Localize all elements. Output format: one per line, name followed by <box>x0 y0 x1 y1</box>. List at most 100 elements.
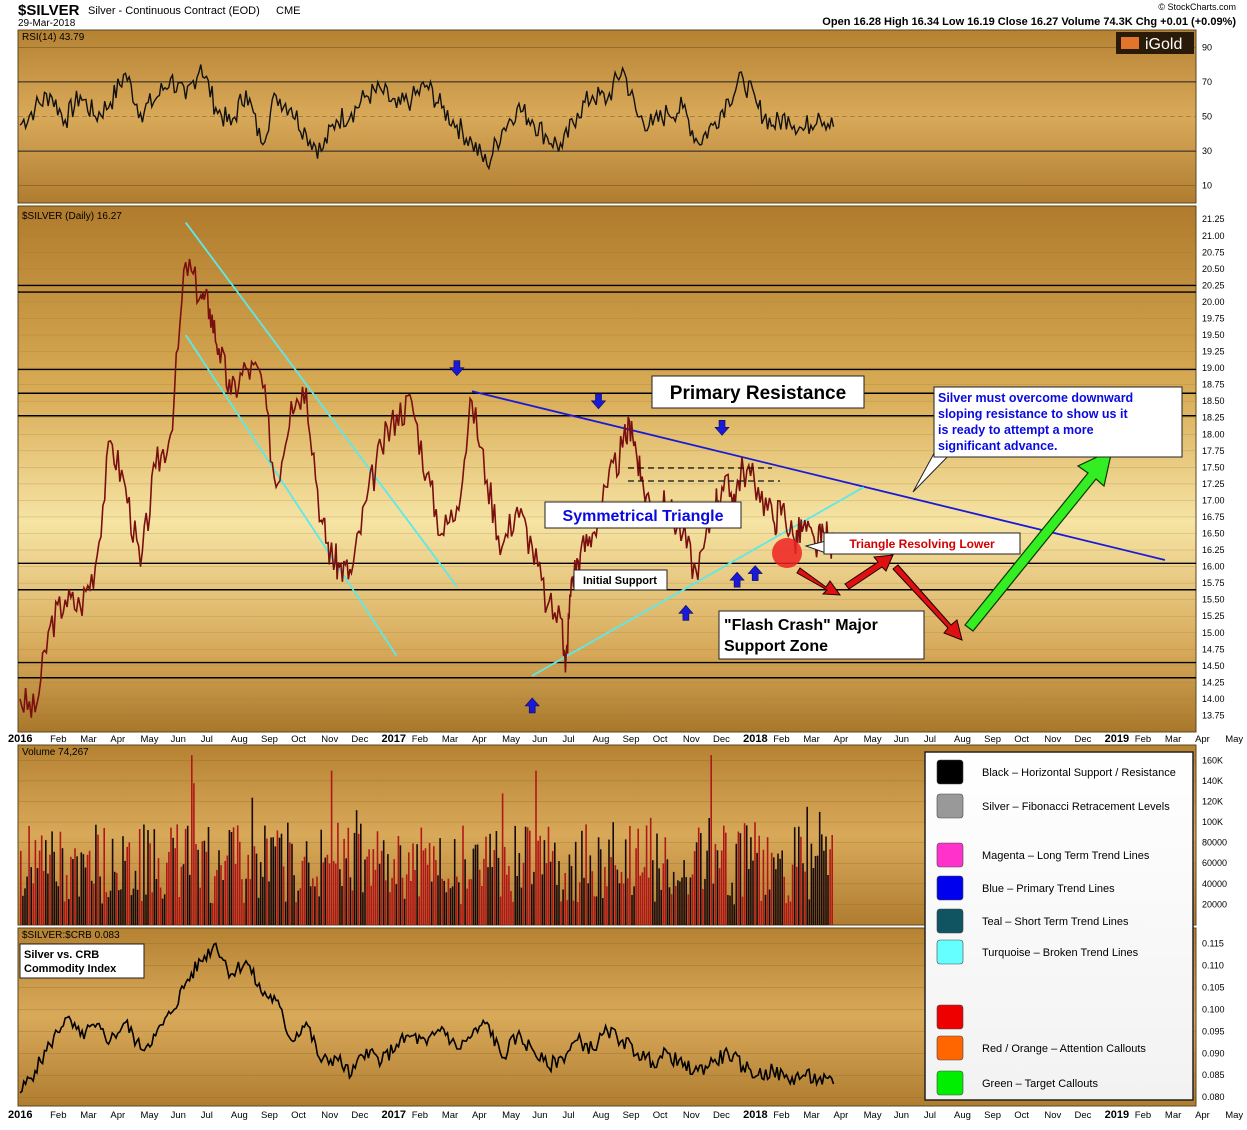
volume-bar <box>357 833 360 925</box>
volume-bar <box>729 895 731 925</box>
volume-bar <box>247 854 249 925</box>
volume-bar <box>343 838 345 925</box>
volume-bar <box>303 856 306 925</box>
volume-bar <box>268 881 270 925</box>
volume-bar <box>278 837 281 925</box>
volume-bar <box>203 840 206 925</box>
volume-bar <box>291 843 293 925</box>
volume-bar <box>641 872 644 925</box>
volume-bar <box>516 876 518 925</box>
volume-bar <box>700 833 702 925</box>
volume-bar <box>337 822 339 925</box>
volume-bar <box>408 852 410 925</box>
volume-bar <box>320 829 322 925</box>
volume-bar <box>758 835 760 925</box>
volume-bar <box>487 867 489 925</box>
volume-bar <box>624 839 627 925</box>
x-tick-label: Feb <box>412 1110 428 1121</box>
chart-date: 29-Mar-2018 <box>18 18 76 29</box>
volume-bar <box>804 871 806 925</box>
x-tick-label: Mar <box>80 1110 96 1121</box>
volume-bar <box>733 904 735 925</box>
volume-bar <box>418 896 420 925</box>
volume-bar <box>24 888 26 925</box>
rsi-tick-label: 90 <box>1202 42 1212 52</box>
volume-bar <box>262 876 264 925</box>
volume-bar <box>68 899 70 925</box>
volume-bar <box>635 848 637 925</box>
volume-bar <box>345 858 347 925</box>
volume-bar <box>800 836 802 925</box>
x-tick-label: Nov <box>683 1110 700 1121</box>
volume-bar <box>234 864 237 925</box>
x-tick-label: Dec <box>1075 734 1092 745</box>
x-tick-label: Oct <box>1014 734 1029 745</box>
volume-bar <box>652 860 654 925</box>
volume-bar <box>180 866 183 925</box>
volume-tick-label: 40000 <box>1202 879 1227 889</box>
x-tick-label: Mar <box>442 734 458 745</box>
volume-bar <box>572 900 575 925</box>
x-tick-label: Jul <box>201 734 213 745</box>
price-tick-label: 15.25 <box>1202 611 1225 621</box>
volume-bar <box>547 826 550 925</box>
x-tick-label: Jul <box>562 1110 574 1121</box>
volume-bar <box>214 876 216 925</box>
volume-bar <box>328 863 331 925</box>
volume-bar <box>737 831 740 925</box>
ratio-tick-label: 0.105 <box>1202 982 1225 992</box>
volume-bar <box>437 875 439 925</box>
volume-bar <box>168 851 170 925</box>
x-tick-label: Jun <box>894 734 909 745</box>
volume-bar <box>499 896 502 925</box>
volume-bar <box>481 886 483 925</box>
volume-bar <box>170 827 172 925</box>
volume-bar <box>339 869 341 925</box>
volume-bar <box>216 870 218 925</box>
x-tick-label: 2017 <box>382 733 406 745</box>
volume-bar <box>806 806 808 925</box>
volume-bar <box>424 848 427 925</box>
x-tick-label: Jun <box>532 734 547 745</box>
x-tick-label: Feb <box>1135 734 1151 745</box>
volume-bar <box>239 841 241 925</box>
volume-bar <box>748 869 750 925</box>
volume-bar <box>118 890 120 925</box>
volume-bar <box>791 864 794 925</box>
ratio-box-line-1: Silver vs. CRB <box>24 949 99 961</box>
volume-bar <box>612 822 614 925</box>
volume-bar <box>470 879 473 925</box>
volume-bar <box>197 849 199 925</box>
volume-bar <box>101 903 103 925</box>
price-tick-label: 20.50 <box>1202 264 1225 274</box>
volume-bar <box>80 852 83 925</box>
price-tick-label: 16.25 <box>1202 545 1225 555</box>
x-tick-label: Dec <box>713 1110 730 1121</box>
volume-bar <box>107 897 110 925</box>
volume-bar <box>708 818 710 925</box>
volume-bar <box>579 882 581 925</box>
volume-bar <box>439 838 441 925</box>
volume-bar <box>458 882 460 925</box>
volume-bar <box>403 898 406 925</box>
volume-bar <box>710 755 712 925</box>
volume-bar <box>132 888 135 925</box>
volume-bar <box>508 866 510 925</box>
volume-bar <box>474 844 477 925</box>
volume-bar <box>380 850 383 925</box>
x-tick-label: 2018 <box>743 733 767 745</box>
volume-bar <box>70 856 72 925</box>
volume-bar <box>495 831 498 925</box>
volume-bar <box>59 831 62 925</box>
volume-bar <box>30 867 32 925</box>
volume-bar <box>827 875 829 925</box>
volume-bar <box>647 877 650 925</box>
volume-bar <box>468 879 471 925</box>
volume-bar <box>785 903 788 925</box>
volume-bar <box>385 880 387 925</box>
volume-bar <box>307 862 310 925</box>
volume-bar <box>276 830 279 925</box>
callout-line-1: Silver must overcome downward <box>938 391 1133 405</box>
price-label: $SILVER (Daily) 16.27 <box>22 211 122 222</box>
volume-bar <box>485 836 487 925</box>
